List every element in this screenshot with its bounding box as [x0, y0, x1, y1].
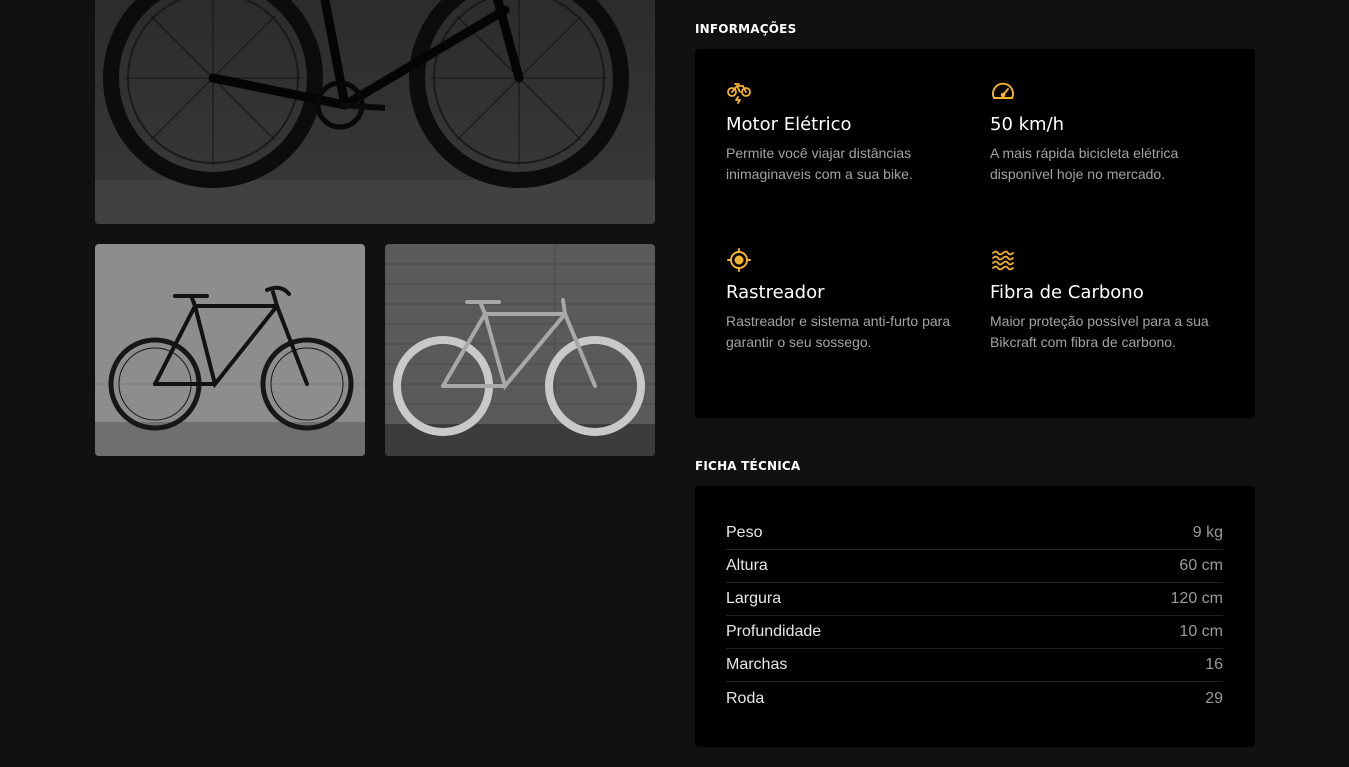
- feature-text: Rastreador e sistema anti-furto para gar…: [726, 313, 951, 350]
- spec-label: Profundidade: [726, 623, 822, 640]
- feature-title: 50 km/h: [990, 114, 1065, 135]
- info-section-title: Informações: [695, 22, 797, 36]
- specs-list: Peso 9 kg Altura 60 cm Largura 120 cm Pr…: [726, 517, 1223, 715]
- spec-row-wheel: Roda 29: [726, 682, 1223, 715]
- spec-row-depth: Profundidade 10 cm: [726, 616, 1223, 649]
- feature-electric-motor: Motor Elétrico Permite você viajar distâ…: [726, 79, 966, 185]
- spec-row-width: Largura 120 cm: [726, 583, 1223, 616]
- feature-carbon-fiber: Fibra de Carbono Maior proteção possível…: [990, 247, 1230, 353]
- spec-label: Altura: [726, 557, 768, 574]
- bike-black-photo: [95, 244, 365, 456]
- spec-label: Largura: [726, 590, 782, 607]
- spec-value: 9 kg: [1192, 524, 1223, 541]
- bike-main-photo: [95, 0, 655, 224]
- spec-label: Roda: [726, 689, 765, 707]
- spec-value: 16: [1205, 656, 1223, 673]
- spec-label: Marchas: [726, 656, 788, 673]
- feature-speed: 50 km/h A mais rápida bicicleta elétrica…: [990, 79, 1230, 185]
- spec-value: 120 cm: [1170, 590, 1223, 607]
- speedometer-icon: [990, 79, 1016, 105]
- feature-title: Motor Elétrico: [726, 114, 852, 135]
- feature-text: Maior proteção possível para a sua Bikcr…: [990, 313, 1209, 350]
- info-panel: Motor Elétrico Permite você viajar distâ…: [695, 49, 1255, 418]
- spec-value: 29: [1205, 689, 1223, 707]
- specs-section-title: Ficha Técnica: [695, 459, 801, 473]
- spec-row-height: Altura 60 cm: [726, 550, 1223, 583]
- electric-bike-icon: [726, 79, 752, 105]
- feature-text: Permite você viajar distâncias inimagina…: [726, 145, 913, 182]
- bike-white-photo: [385, 244, 655, 456]
- spec-label: Peso: [726, 524, 763, 541]
- spec-row-gears: Marchas 16: [726, 649, 1223, 682]
- spec-value: 60 cm: [1179, 557, 1223, 574]
- spec-row-weight: Peso 9 kg: [726, 517, 1223, 550]
- carbon-waves-icon: [990, 247, 1016, 273]
- feature-text: A mais rápida bicicleta elétrica disponí…: [990, 145, 1179, 182]
- feature-tracker: Rastreador Rastreador e sistema anti-fur…: [726, 247, 966, 353]
- feature-title: Rastreador: [726, 282, 825, 303]
- tracker-icon: [726, 247, 752, 273]
- specs-panel: Peso 9 kg Altura 60 cm Largura 120 cm Pr…: [695, 486, 1255, 747]
- spec-value: 10 cm: [1179, 623, 1223, 640]
- feature-title: Fibra de Carbono: [990, 282, 1144, 303]
